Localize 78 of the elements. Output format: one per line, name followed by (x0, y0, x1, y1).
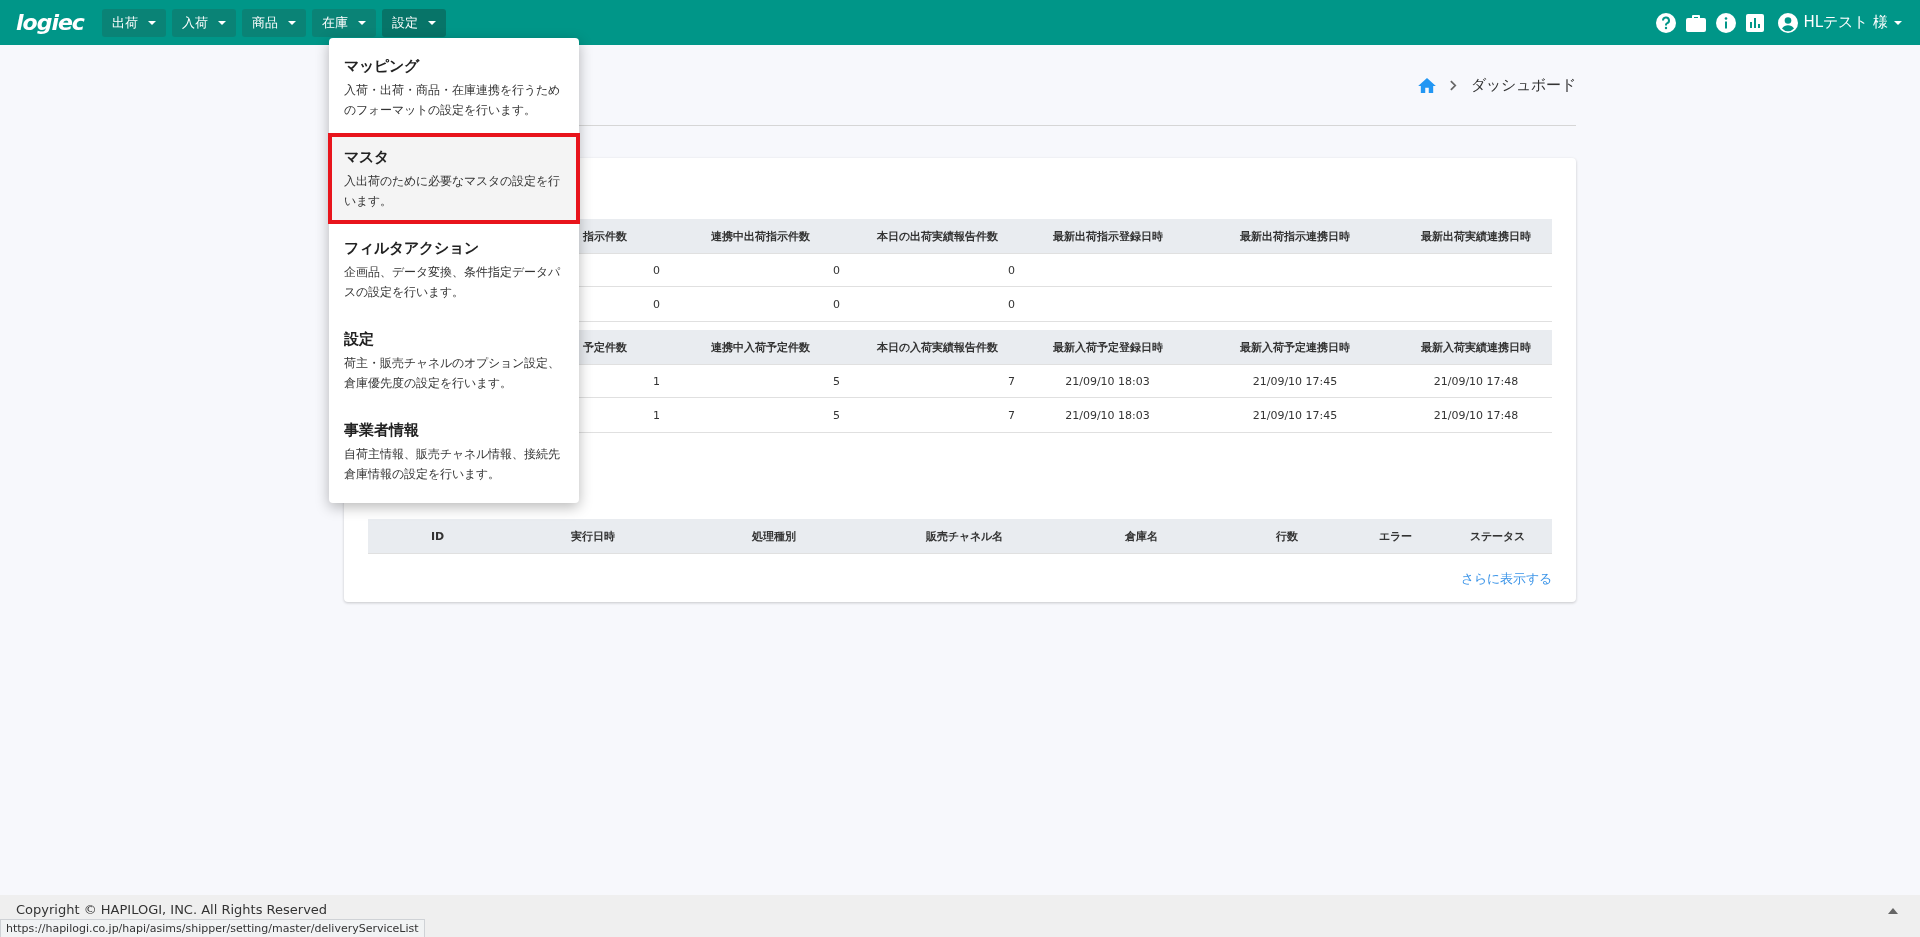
caret-icon (427, 20, 436, 25)
column-header: 連携中出荷指示件数 (710, 228, 810, 244)
nav-menu-button[interactable]: 出荷 (101, 8, 166, 37)
chevron-right-icon (1450, 79, 1457, 91)
menu-item-title: 設定 (344, 330, 375, 349)
column-header: エラー (1379, 528, 1412, 544)
column-header: 本日の出荷実績報告件数 (877, 228, 998, 244)
info-icon[interactable] (1715, 12, 1736, 33)
account-icon (1777, 12, 1798, 33)
caret-icon (287, 20, 296, 25)
column-header: 最新出荷指示登録日時 (1052, 228, 1163, 244)
menu-item[interactable]: マッピング 入荷・出荷・商品・在庫連携を行うためのフォーマットの設定を行います。 (328, 42, 580, 133)
column-header: 倉庫名 (1125, 528, 1158, 544)
menu-item-title: 事業者情報 (344, 421, 420, 440)
nav-menu-button[interactable]: 入荷 (171, 8, 236, 37)
menu-item-description: 自荷主情報、販売チャネル情報、接続先倉庫情報の設定を行います。 (344, 446, 561, 483)
home-icon[interactable] (1418, 77, 1436, 93)
show-more-link[interactable]: さらに表示する (1461, 570, 1552, 588)
column-header: 最新入荷実績連携日時 (1421, 339, 1531, 355)
table-cell: 21/09/10 17:45 (1252, 408, 1338, 422)
bar-chart-icon[interactable] (1745, 13, 1764, 32)
table-cell: 0 (1008, 263, 1015, 277)
menu-item-title: マスタ (344, 148, 390, 167)
copyright-text: Copyright © HAPILOGI, INC. All Rights Reserved (16, 902, 328, 917)
table-cell: 21/09/10 18:03 (1065, 408, 1150, 422)
menu-item[interactable]: マスタ 入出荷のために必要なマスタの設定を行います。 (328, 133, 580, 224)
column-header: 最新入荷予定登録日時 (1052, 339, 1163, 355)
table-cell: 21/09/10 18:03 (1065, 374, 1150, 388)
column-header: 処理種別 (752, 528, 796, 544)
table-cell: 0 (1008, 297, 1015, 311)
table-cell: 5 (833, 374, 840, 388)
status-url-tooltip: https://hapilogi.co.jp/hapi/asims/shipper/setting/master/deliveryServiceList (0, 919, 425, 937)
menu-item[interactable]: フィルタアクション 企画品、データ変換、条件指定データパスの設定を行います。 (328, 224, 580, 315)
table-cell: 0 (833, 297, 840, 311)
caret-icon (217, 20, 226, 25)
table-cell: 21/09/10 17:48 (1433, 408, 1519, 422)
menu-item-description: 荷主・販売チャネルのオプション設定、倉庫優先度の設定を行います。 (344, 355, 561, 392)
briefcase-icon[interactable] (1685, 13, 1706, 32)
column-header: 行数 (1276, 528, 1298, 544)
caret-icon (1894, 20, 1902, 25)
nav-menu-button[interactable]: 在庫 (311, 8, 376, 37)
caret-icon (357, 20, 366, 25)
table-cell: 7 (1008, 408, 1015, 422)
column-header: 販売チャネル名 (925, 528, 1003, 544)
table-cell: 5 (833, 408, 840, 422)
menu-item-description: 入出荷のために必要なマスタの設定を行います。 (344, 173, 561, 210)
column-header: 実行日時 (570, 528, 615, 544)
column-header: 連携中入荷予定件数 (710, 339, 810, 355)
help-icon[interactable] (1655, 12, 1676, 33)
column-header: 最新出荷指示連携日時 (1240, 228, 1350, 244)
menu-item-description: 入荷・出荷・商品・在庫連携を行うためのフォーマットの設定を行います。 (344, 82, 561, 119)
menu-item-description: 企画品、データ変換、条件指定データパスの設定を行います。 (344, 264, 561, 301)
menu-item[interactable]: 事業者情報 自荷主情報、販売チャネル情報、接続先倉庫情報の設定を行います。 (328, 406, 580, 497)
menu-item[interactable]: 設定 荷主・販売チャネルのオプション設定、倉庫優先度の設定を行います。 (328, 315, 580, 406)
table-cell: 7 (1008, 374, 1015, 388)
column-header: 最新入荷予定連携日時 (1240, 339, 1350, 355)
caret-icon (147, 20, 156, 25)
column-header: ID (430, 529, 445, 543)
table-cell: 1 (653, 408, 660, 422)
logo[interactable]: logiec (16, 10, 84, 35)
table-cell: 0 (653, 263, 660, 277)
table-cell: 21/09/10 17:48 (1433, 374, 1519, 388)
scroll-up-icon[interactable] (1888, 908, 1898, 914)
column-header: 本日の入荷実績報告件数 (877, 339, 998, 355)
table-cell: 0 (653, 297, 660, 311)
menu-item-title: マッピング (344, 57, 421, 76)
table-cell: 1 (653, 374, 660, 388)
table-cell: 21/09/10 17:45 (1252, 374, 1338, 388)
column-header: 最新出荷実績連携日時 (1421, 228, 1531, 244)
column-header: 予定件数 (583, 339, 627, 355)
column-header: 指示件数 (583, 228, 627, 244)
nav-menu-button[interactable]: 商品 (241, 8, 306, 37)
column-header: ステータス (1469, 528, 1525, 544)
breadcrumb-current: ダッシュボード (1471, 75, 1576, 95)
nav-menu-button[interactable]: 設定 (381, 8, 446, 37)
table-cell: 0 (833, 263, 840, 277)
menu-item-title: フィルタアクション (344, 239, 480, 258)
user-menu-button[interactable]: HLテスト 様 (1773, 8, 1906, 37)
